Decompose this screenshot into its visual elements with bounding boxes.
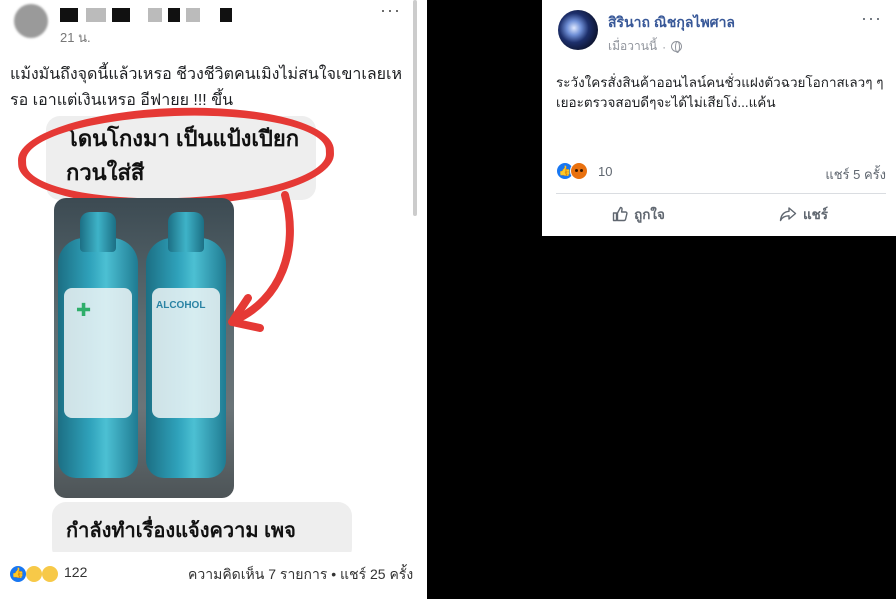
censor-block [186, 8, 200, 22]
censor-block [148, 8, 162, 22]
post-text: ระวังใครสั่งสินค้าออนไลน์คนชั่วแฝงตัวฉวย… [556, 75, 884, 110]
like-reaction-icon: 👍 [10, 566, 26, 582]
share-arrow-icon [779, 207, 797, 222]
reactions-row: 👍 10 แชร์ 5 ครั้ง [556, 162, 886, 182]
separator-dot: · [662, 39, 667, 54]
share-label: แชร์ [802, 207, 829, 222]
censor-block [112, 8, 130, 22]
share-count[interactable]: แชร์ 5 ครั้ง [825, 164, 886, 185]
censor-block [86, 8, 106, 22]
author-name[interactable]: สิรินาถ ณิชกุลไพศาล [608, 12, 735, 34]
reaction-count[interactable]: 10 [598, 164, 612, 179]
red-arrow-annotation [228, 191, 294, 332]
like-button[interactable]: ถูกใจ [556, 200, 721, 228]
avatar[interactable] [558, 10, 598, 50]
censor-block [60, 8, 78, 22]
more-options-icon: ··· [380, 0, 401, 20]
thumbs-up-icon [612, 206, 628, 222]
left-post-time: 21 น. [60, 30, 91, 45]
timestamp-text[interactable]: เมื่อวานนี้ [608, 37, 657, 56]
angry-reaction-icon[interactable] [570, 162, 588, 180]
more-options-icon[interactable]: ··· [861, 8, 882, 29]
censor-block [220, 8, 232, 22]
left-post-footer: 👍 122 ความคิดเห็น 7 รายการ • แชร์ 25 ครั… [0, 552, 427, 599]
comments-shares-stats: ความคิดเห็น 7 รายการ • แชร์ 25 ครั้ง [188, 566, 414, 582]
left-post-caption: แม้งมันถึงจุดนี้แล้วเหรอ ชีวงชีวิตคนเมิง… [10, 66, 403, 109]
share-button[interactable]: แชร์ [721, 200, 886, 228]
like-label: ถูกใจ [634, 207, 665, 222]
blurred-avatar [14, 4, 48, 38]
cross-icon: ✚ [76, 300, 92, 320]
post-actions: ถูกใจ แชร์ [556, 200, 886, 228]
censor-block [168, 8, 180, 22]
sad-reaction-icon [26, 566, 42, 582]
globe-icon [671, 41, 683, 53]
wow-reaction-icon [42, 566, 58, 582]
left-screenshot-post: 21 น. ··· แม้งมันถึงจุดนี้แล้วเหรอ ชีวงช… [0, 0, 427, 599]
comment-bubble-text: กำลังทำเรื่องแจ้งความ เพจ [66, 520, 296, 542]
scrollbar [413, 0, 417, 216]
divider [556, 193, 886, 194]
gel-bottle: ✚ [58, 212, 138, 478]
facebook-post: สิรินาถ ณิชกุลไพศาล เมื่อวานนี้ · ··· ระ… [542, 0, 896, 236]
reaction-count: 122 [64, 564, 88, 580]
post-timestamp: เมื่อวานนี้ · [608, 37, 683, 56]
